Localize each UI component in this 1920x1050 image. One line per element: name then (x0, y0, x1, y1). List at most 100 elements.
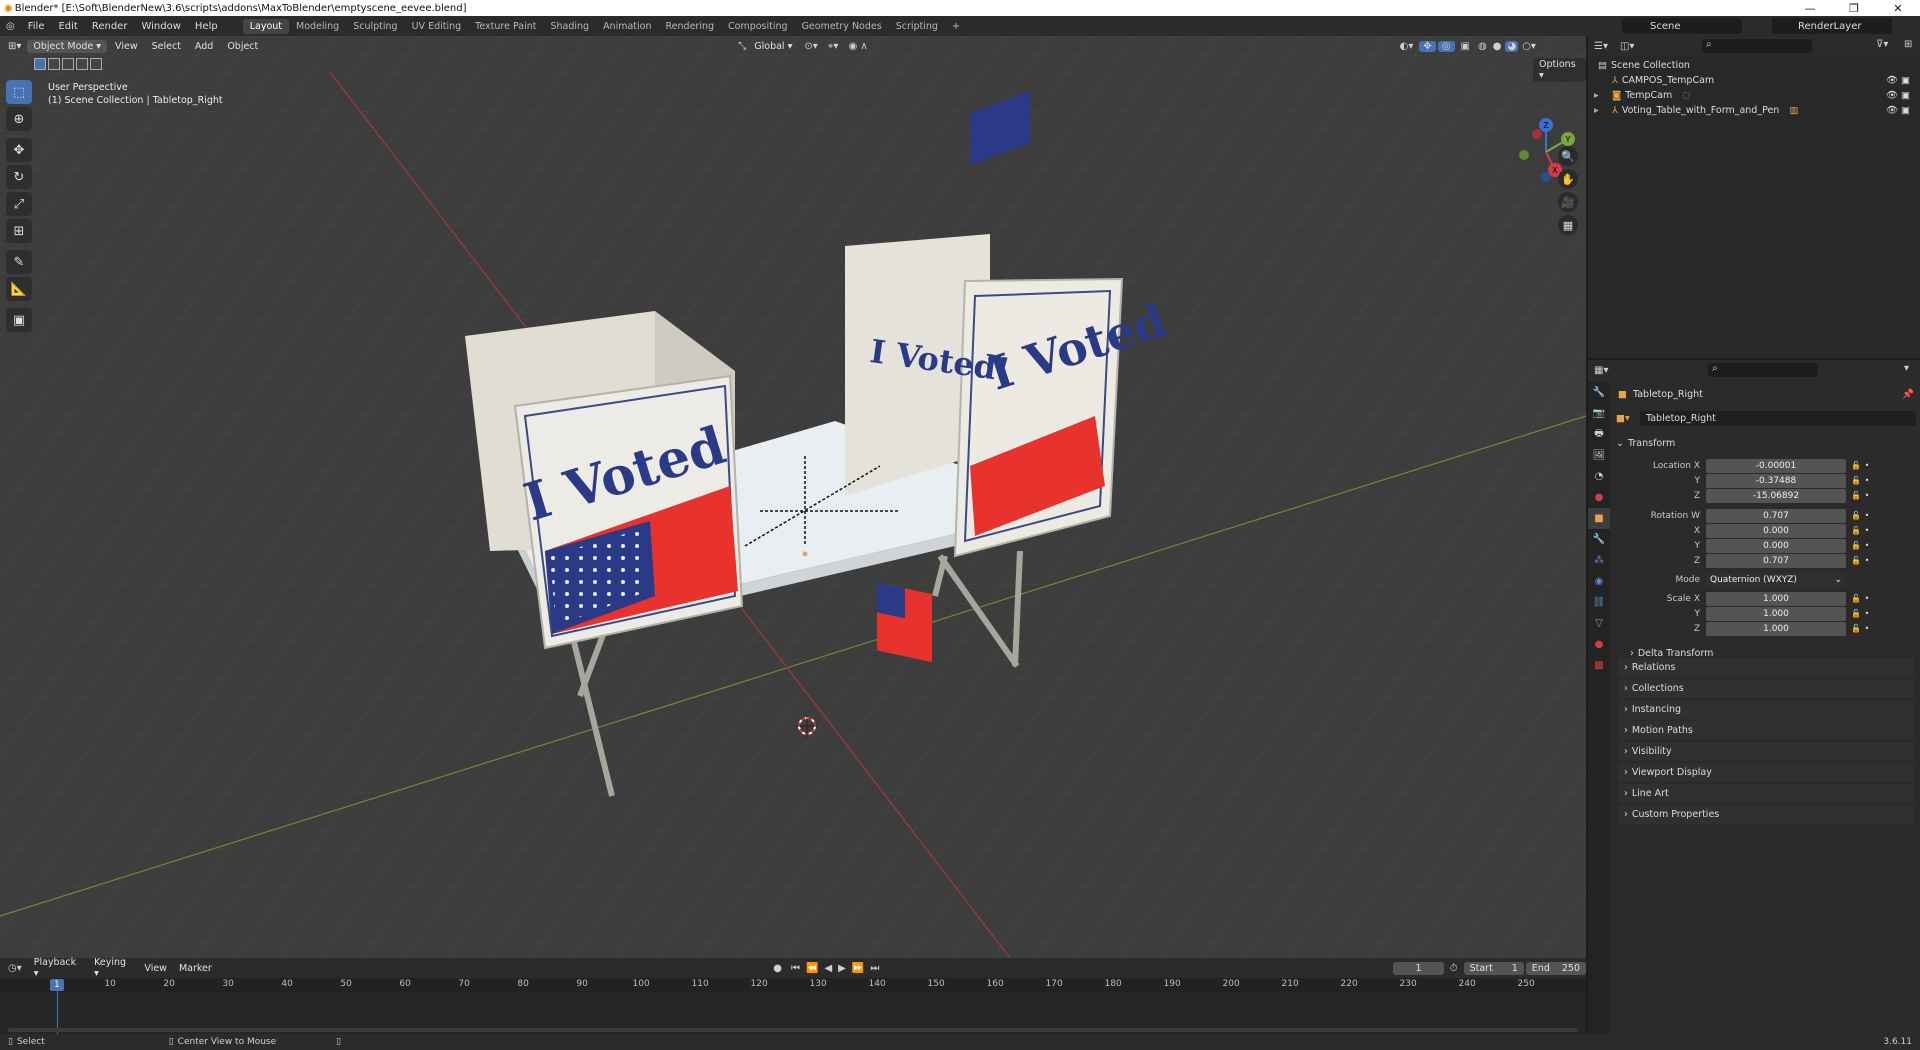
render-tab-icon[interactable]: 📷 (1588, 403, 1610, 424)
shading-solid-icon[interactable]: ● (1491, 41, 1504, 52)
visibility-eye-icon[interactable]: 👁 ▣ (1886, 90, 1914, 101)
select-intersect-icon[interactable] (90, 58, 102, 70)
world-tab-icon[interactable]: ● (1588, 487, 1610, 508)
pivot-icon[interactable]: ⊙▾ (800, 41, 821, 52)
expand-chevron-icon[interactable]: ▸ (1594, 105, 1608, 116)
lock-icon[interactable]: 🔓 (1850, 526, 1862, 535)
display-mode-icon[interactable]: ◫▾ (1614, 41, 1640, 52)
keyframe-dot-icon[interactable]: • (1862, 624, 1872, 633)
tool-tab-icon[interactable]: 🔧 (1588, 382, 1610, 403)
viewport-menu-add[interactable]: Add (189, 41, 219, 52)
viewport-menu-object[interactable]: Object (221, 41, 264, 52)
shading-wireframe-icon[interactable]: ◍ (1476, 41, 1489, 52)
panel-collections[interactable]: › Collections (1618, 679, 1914, 698)
tab-scripting[interactable]: Scripting (889, 19, 945, 34)
shading-material-icon[interactable]: ◕ (1505, 40, 1519, 52)
minimize-icon[interactable]: — (1788, 2, 1832, 15)
pan-hand-icon[interactable]: ✋ (1558, 169, 1578, 189)
3d-viewport[interactable]: I Voted I Voted! I Voted Z Y X ⊞▾ Object… (0, 36, 1586, 958)
add-cube-tool-icon[interactable]: ▣ (6, 308, 32, 332)
outliner-item-row[interactable]: ⅄ CAMPOS_TempCam 👁 ▣ (1594, 73, 1914, 88)
location-y-field[interactable]: -0.37488 (1706, 473, 1846, 488)
transform-orientation-dropdown[interactable]: Global ▾ (748, 41, 798, 52)
menu-window[interactable]: Window (134, 21, 187, 32)
select-new-icon[interactable] (34, 58, 46, 70)
proportional-edit-icon[interactable]: ◉ ∧ (844, 41, 871, 52)
rotation-y-field[interactable]: 0.000 (1706, 538, 1846, 553)
lock-icon[interactable]: 🔓 (1850, 556, 1862, 565)
jump-end-icon[interactable]: ⏭ (867, 963, 882, 974)
keyframe-dot-icon[interactable]: • (1862, 526, 1872, 535)
jump-key-back-icon[interactable]: ⏪ (803, 963, 821, 974)
keyframe-dot-icon[interactable]: • (1862, 609, 1872, 618)
outliner-editor-type-icon[interactable]: ☰▾ (1588, 41, 1614, 52)
select-invert-icon[interactable] (76, 58, 88, 70)
keyframe-dot-icon[interactable]: • (1862, 594, 1872, 603)
view-layer-tab-icon[interactable]: 🖼 (1588, 445, 1610, 466)
current-frame-field[interactable]: 1 (1393, 961, 1444, 975)
particles-tab-icon[interactable]: ⁂ (1588, 550, 1610, 571)
frame-range-clock-icon[interactable]: ⏱ (1444, 963, 1464, 974)
timeline-menu-view[interactable]: View (138, 963, 173, 974)
lock-icon[interactable]: 🔓 (1850, 624, 1862, 633)
options-dropdown[interactable]: Options ▾ (1533, 58, 1586, 82)
lock-icon[interactable]: 🔓 (1850, 609, 1862, 618)
end-frame-field[interactable]: End 250 (1525, 961, 1586, 975)
datablock-browse-icon[interactable]: ■▾ (1612, 413, 1634, 424)
viewport-menu-select[interactable]: Select (146, 41, 187, 52)
scale-tool-icon[interactable]: ⤢ (6, 192, 32, 216)
tab-texture-paint[interactable]: Texture Paint (468, 19, 543, 34)
select-extend-icon[interactable] (48, 58, 60, 70)
measure-tool-icon[interactable]: 📐 (6, 277, 32, 301)
tab-geometry-nodes[interactable]: Geometry Nodes (795, 19, 889, 34)
properties-editor-type-icon[interactable]: ▦▾ (1588, 365, 1614, 376)
zoom-icon[interactable]: 🔍 (1558, 146, 1578, 166)
select-subtract-icon[interactable] (62, 58, 74, 70)
rotation-w-field[interactable]: 0.707 (1706, 508, 1846, 523)
properties-options-icon[interactable]: ▾ (1904, 363, 1909, 374)
timeline-scrollbar[interactable] (8, 1028, 1578, 1032)
object-tab-icon[interactable]: ■ (1588, 508, 1610, 529)
menu-help[interactable]: Help (188, 21, 225, 32)
autokey-record-icon[interactable]: ● (767, 963, 788, 974)
properties-search-input[interactable]: ⌕ (1708, 363, 1818, 377)
material-tab-icon[interactable]: ● (1588, 634, 1610, 655)
scene-selector[interactable]: Scene (1622, 18, 1742, 34)
location-z-field[interactable]: -15.06892 (1706, 488, 1846, 503)
object-data-tab-icon[interactable]: ▽ (1588, 613, 1610, 634)
keyframe-dot-icon[interactable]: • (1862, 476, 1872, 485)
transform-tool-icon[interactable]: ⊞ (6, 219, 32, 243)
tab-sculpting[interactable]: Sculpting (346, 19, 404, 34)
panel-viewport-display[interactable]: › Viewport Display (1618, 763, 1914, 782)
tab-layout[interactable]: Layout (242, 18, 289, 34)
location-x-field[interactable]: -0.00001 (1706, 458, 1846, 473)
visibility-eye-icon[interactable]: 👁 ▣ (1886, 75, 1914, 86)
constraints-tab-icon[interactable]: ⛓ (1588, 592, 1610, 613)
object-name-field[interactable]: Tabletop_Right (1640, 410, 1916, 426)
panel-instancing[interactable]: › Instancing (1618, 700, 1914, 719)
view-layer-selector[interactable]: RenderLayer (1772, 18, 1892, 34)
blender-menu-icon[interactable]: ◎ (0, 21, 21, 32)
close-icon[interactable]: ✕ (1876, 2, 1920, 15)
keyframe-dot-icon[interactable]: • (1862, 461, 1872, 470)
tab-rendering[interactable]: Rendering (659, 19, 722, 34)
physics-tab-icon[interactable]: ◉ (1588, 571, 1610, 592)
rotation-x-field[interactable]: 0.000 (1706, 523, 1846, 538)
lock-icon[interactable]: 🔓 (1850, 461, 1862, 470)
modifier-tab-icon[interactable]: 🔧 (1588, 529, 1610, 550)
menu-render[interactable]: Render (85, 21, 135, 32)
editor-type-icon[interactable]: ⊞▾ (0, 41, 25, 52)
visibility-icon[interactable]: ◐▾ (1396, 41, 1418, 52)
scale-x-field[interactable]: 1.000 (1706, 591, 1846, 606)
rotate-tool-icon[interactable]: ↻ (6, 165, 32, 189)
add-workspace-icon[interactable]: + (945, 19, 967, 34)
menu-edit[interactable]: Edit (51, 21, 84, 32)
rotation-z-field[interactable]: 0.707 (1706, 553, 1846, 568)
outliner-item-row[interactable]: ▸ ◙ TempCam ◌ 👁 ▣ (1594, 88, 1914, 103)
tab-uv-editing[interactable]: UV Editing (405, 19, 469, 34)
timeline-menu-marker[interactable]: Marker (173, 963, 218, 974)
maximize-icon[interactable]: ❐ (1832, 2, 1876, 15)
play-icon[interactable]: ▶ (835, 963, 849, 974)
mode-dropdown[interactable]: Object Mode ▾ (27, 39, 108, 53)
lock-icon[interactable]: 🔓 (1850, 491, 1862, 500)
